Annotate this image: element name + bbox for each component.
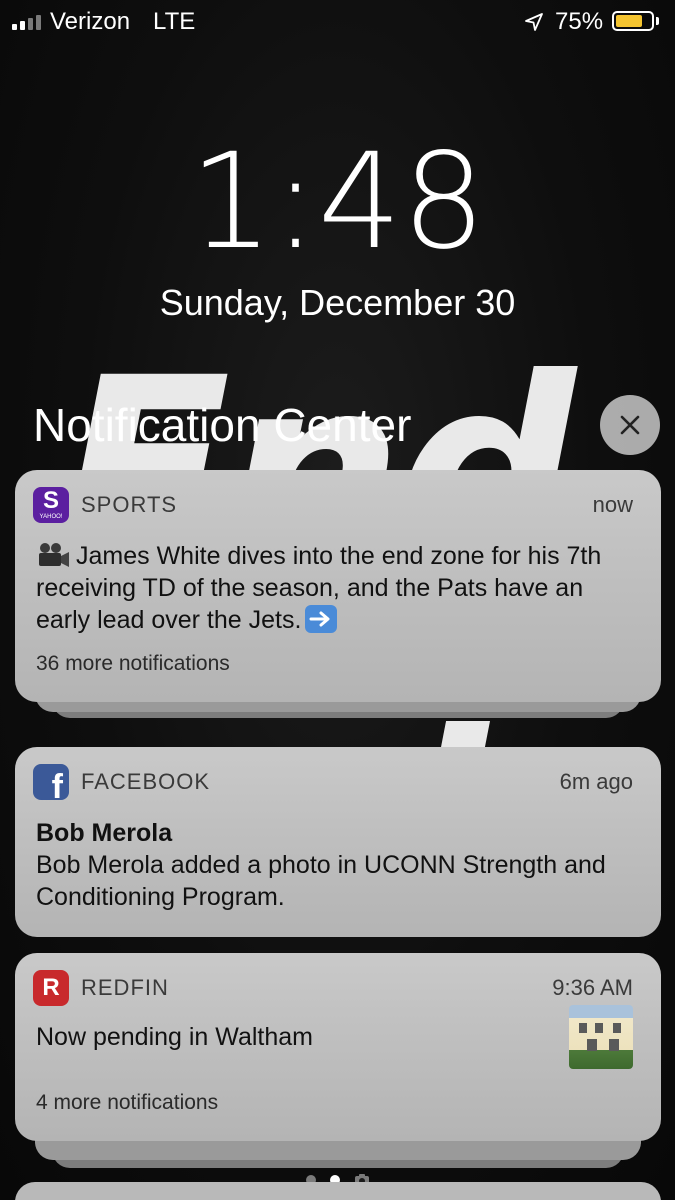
facebook-icon: f	[33, 764, 69, 804]
icon-sub-text: YAHOO!	[39, 514, 63, 520]
close-icon	[620, 415, 640, 435]
notification-body: Bob Merola Bob Merola added a photo in U…	[36, 817, 631, 913]
carrier-name: Verizon	[50, 8, 131, 35]
right-arrow-icon	[305, 605, 338, 633]
more-notifications-label: 36 more notifications	[36, 652, 230, 675]
notification-header: S YAHOO! SPORTS now	[33, 487, 633, 523]
notification-title: Bob Merola	[36, 819, 173, 847]
location-arrow-icon	[525, 13, 543, 31]
battery-icon	[612, 11, 654, 31]
signal-strength-icon	[12, 14, 41, 30]
stacked-notifications-edge	[35, 1138, 641, 1160]
network-type: LTE	[153, 8, 196, 35]
notification-center-title: Notification Center	[33, 399, 412, 451]
notification-card-facebook[interactable]: f FACEBOOK 6m ago Bob Merola Bob Merola …	[15, 747, 661, 937]
clear-notifications-button[interactable]	[600, 395, 660, 455]
lock-clock: 1:48	[189, 125, 486, 279]
battery-nub	[656, 17, 659, 25]
movie-camera-icon	[39, 543, 69, 567]
notification-header: f FACEBOOK 6m ago	[33, 764, 633, 804]
notification-time: now	[592, 492, 633, 517]
icon-letter: R	[42, 974, 60, 1001]
status-bar: Verizon LTE 75%	[0, 0, 675, 44]
notification-text: Now pending in Waltham	[36, 1023, 313, 1051]
lock-screen: End ool Verizon LTE 75% 1:48 Sunday, Dec…	[0, 0, 675, 1200]
notification-card-sports[interactable]: S YAHOO! SPORTS now James White dives in…	[15, 470, 661, 702]
app-name: SPORTS	[81, 492, 178, 517]
notification-card-redfin[interactable]: R REDFIN 9:36 AM Now pending in Waltham …	[15, 953, 661, 1141]
more-notifications-label: 4 more notifications	[36, 1091, 219, 1114]
notification-text: Bob Merola added a photo in UCONN Streng…	[36, 851, 606, 911]
app-name: FACEBOOK	[81, 769, 211, 794]
notification-time: 9:36 AM	[552, 975, 633, 1000]
battery-percentage: 75%	[555, 8, 604, 35]
notification-header: R REDFIN 9:36 AM	[33, 970, 633, 1006]
notification-body: James White dives into the end zone for …	[36, 540, 631, 636]
redfin-icon: R	[33, 970, 69, 1006]
icon-letter: S	[42, 487, 59, 514]
notification-body: Now pending in Waltham	[36, 1021, 541, 1053]
app-name: REDFIN	[81, 975, 169, 1000]
icon-letter: f	[51, 768, 63, 806]
house-thumbnail-image	[569, 1005, 633, 1069]
notification-time: 6m ago	[559, 769, 633, 794]
notification-card-partial[interactable]	[15, 1182, 661, 1200]
battery-fill	[616, 15, 642, 27]
lock-date: Sunday, December 30	[159, 282, 516, 323]
yahoo-sports-icon: S YAHOO!	[33, 487, 69, 523]
